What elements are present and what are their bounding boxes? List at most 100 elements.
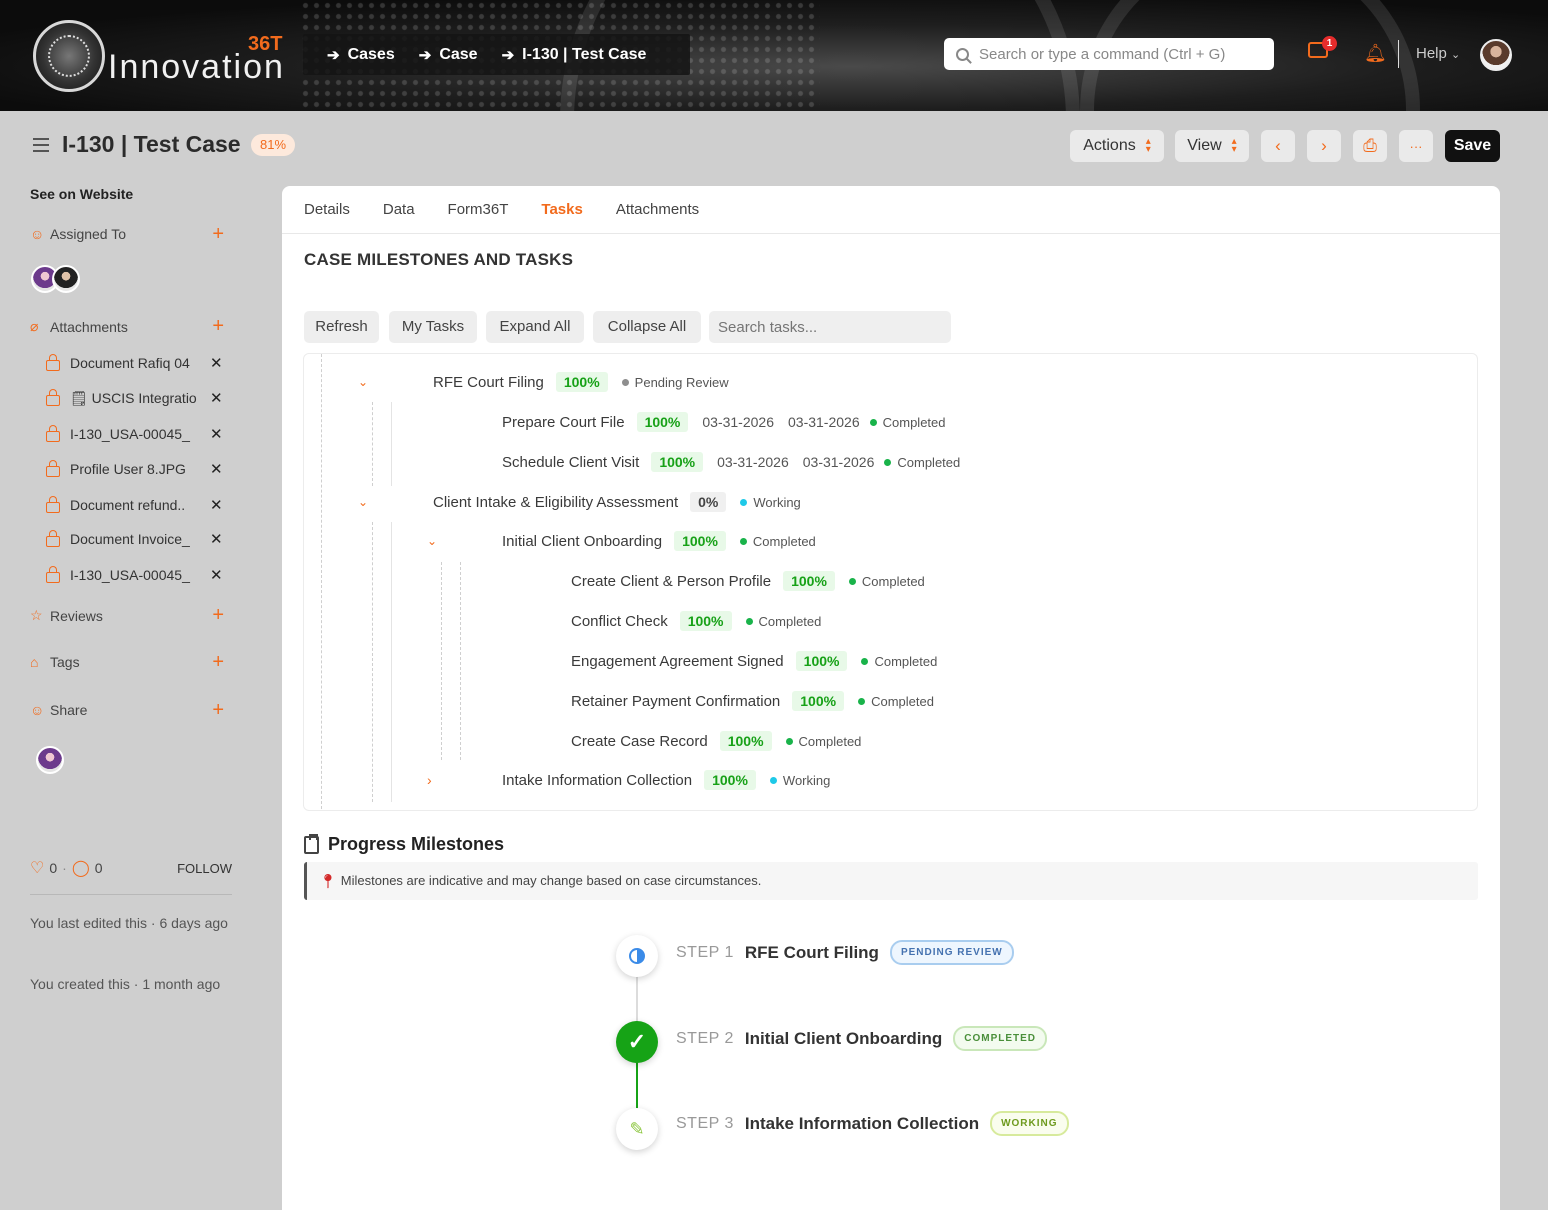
see-on-website-link[interactable]: See on Website [30, 186, 133, 202]
collapse-all-button[interactable]: Collapse All [593, 311, 701, 343]
chevron-down-icon[interactable]: ⌄ [427, 534, 437, 548]
tree-guide-line [441, 562, 442, 760]
status-dot-icon [769, 776, 777, 784]
divider [1398, 40, 1399, 68]
more-options-button[interactable]: ··· [1399, 130, 1433, 162]
task-row[interactable]: Retainer Payment Confirmation 100% Compl… [571, 690, 934, 712]
assignee-avatar[interactable] [52, 265, 80, 293]
progress-milestones-title: Progress Milestones [304, 833, 504, 855]
reviews-label: Reviews [50, 607, 103, 624]
global-search-input[interactable]: Search or type a command (Ctrl + G) [944, 38, 1274, 70]
document-icon: 🗒︎ [70, 389, 92, 406]
task-status: Completed [785, 734, 861, 749]
add-review-button[interactable]: + [212, 604, 224, 627]
task-name: RFE Court Filing [433, 373, 544, 391]
breadcrumb-case[interactable]: ➔ Case [419, 46, 478, 64]
remove-attachment-icon[interactable]: ✕ [210, 389, 223, 407]
next-record-button[interactable]: › [1307, 130, 1341, 162]
task-start-date: 03-31-2026 [717, 454, 789, 470]
print-button[interactable]: ⎙ [1353, 130, 1387, 162]
help-dropdown[interactable]: Help ⌄ [1416, 45, 1460, 62]
task-tree: ⌄ RFE Court Filing 100% Pending Review P… [303, 353, 1478, 811]
step-connector [636, 1062, 638, 1110]
attachment-item[interactable]: Profile User 8.JPG ✕ [46, 458, 226, 480]
tab-attachments[interactable]: Attachments [616, 201, 699, 218]
task-search-input[interactable] [709, 311, 951, 343]
status-dot-icon [745, 617, 753, 625]
top-bar: Innovation 36T ➔ Cases ➔ Case ➔ I-130 | Tes… [0, 0, 1548, 111]
add-attachment-button[interactable]: + [212, 315, 224, 338]
tabs-divider [282, 233, 1500, 234]
shared-user-avatar[interactable] [36, 746, 64, 774]
task-name: Client Intake & Eligibility Assessment [433, 493, 679, 511]
attachment-item[interactable]: 🗒︎ USCIS Integratio ✕ [46, 387, 226, 409]
breadcrumb: ➔ Cases ➔ Case ➔ I-130 | Test Case [303, 34, 690, 75]
refresh-button[interactable]: Refresh [304, 311, 379, 343]
tab-details[interactable]: Details [304, 201, 350, 218]
task-row[interactable]: Schedule Client Visit 100% 03-31-2026 03… [502, 451, 960, 473]
status-dot-icon [740, 498, 748, 506]
chevron-down-icon[interactable]: ⌄ [358, 495, 368, 509]
task-row[interactable]: ⌄ Client Intake & Eligibility Assessment… [354, 491, 801, 513]
attachment-item[interactable]: Document Rafiq 04 ✕ [46, 352, 226, 374]
attachment-name: 🗒︎ USCIS Integratio [70, 389, 197, 406]
actions-dropdown[interactable]: Actions ▴ ▾ [1070, 130, 1164, 162]
task-percent: 100% [783, 571, 835, 591]
menu-toggle-icon[interactable] [33, 138, 49, 152]
attachment-item[interactable]: I-130_USA-00045_ ✕ [46, 564, 226, 586]
task-row[interactable]: Engagement Agreement Signed 100% Complet… [571, 650, 937, 672]
lock-icon [46, 529, 60, 547]
attachment-item[interactable]: Document refund.. ✕ [46, 494, 226, 516]
divider [30, 894, 232, 895]
tab-tasks[interactable]: Tasks [541, 201, 582, 218]
task-row[interactable]: ⌄ RFE Court Filing 100% Pending Review [354, 371, 729, 393]
follow-button[interactable]: FOLLOW [177, 861, 232, 876]
task-row[interactable]: ⌄ Initial Client Onboarding 100% Complet… [423, 530, 816, 552]
previous-record-button[interactable]: ‹ [1261, 130, 1295, 162]
comment-icon[interactable]: ◯ [72, 858, 90, 878]
add-assignee-button[interactable]: + [212, 223, 224, 246]
engagement-stats: ♡ 0 · ◯ 0 FOLLOW [30, 858, 232, 878]
remove-attachment-icon[interactable]: ✕ [210, 425, 223, 443]
tab-data[interactable]: Data [383, 201, 415, 218]
save-button[interactable]: Save [1445, 130, 1500, 162]
user-avatar[interactable] [1480, 39, 1512, 71]
bell-icon[interactable]: 🔔︎ [1364, 43, 1387, 63]
created-note: You created this · 1 month ago [30, 976, 221, 992]
pencil-icon: ✎ [629, 1118, 645, 1139]
remove-attachment-icon[interactable]: ✕ [210, 530, 223, 548]
progress-percent-badge: 81% [251, 134, 296, 156]
expand-all-button[interactable]: Expand All [486, 311, 584, 343]
breadcrumb-cases[interactable]: ➔ Cases [327, 46, 395, 64]
remove-attachment-icon[interactable]: ✕ [210, 460, 223, 478]
task-status: Completed [739, 534, 816, 549]
task-row[interactable]: Prepare Court File 100% 03-31-2026 03-31… [502, 411, 946, 433]
attachment-item[interactable]: Document Invoice_ ✕ [46, 528, 226, 550]
view-dropdown[interactable]: View ▴ ▾ [1175, 130, 1249, 162]
chevron-down-icon[interactable]: ⌄ [358, 375, 368, 389]
add-share-button[interactable]: + [212, 699, 224, 722]
task-row[interactable]: › Intake Information Collection 100% Wor… [423, 769, 830, 791]
tab-form36t[interactable]: Form36T [448, 201, 509, 218]
notification-count-badge: 1 [1322, 36, 1337, 51]
task-row[interactable]: Conflict Check 100% Completed [571, 610, 821, 632]
main-panel: Details Data Form36T Tasks Attachments C… [282, 186, 1500, 1210]
milestones-note: 📍︎ Milestones are indicative and may cha… [304, 862, 1478, 900]
remove-attachment-icon[interactable]: ✕ [210, 566, 223, 584]
chevron-right-icon[interactable]: › [427, 772, 432, 788]
tree-guide-line [372, 522, 373, 802]
logo-seal-icon[interactable] [33, 20, 105, 92]
task-percent: 100% [792, 691, 845, 711]
task-row[interactable]: Create Client & Person Profile 100% Comp… [571, 570, 925, 592]
remove-attachment-icon[interactable]: ✕ [210, 354, 223, 372]
my-tasks-button[interactable]: My Tasks [389, 311, 477, 343]
add-tag-button[interactable]: + [212, 651, 224, 674]
task-row[interactable]: Create Case Record 100% Completed [571, 730, 861, 752]
remove-attachment-icon[interactable]: ✕ [210, 496, 223, 514]
breadcrumb-current[interactable]: ➔ I-130 | Test Case [502, 46, 647, 64]
attachment-item[interactable]: I-130_USA-00045_ ✕ [46, 423, 226, 445]
task-percent: 100% [674, 531, 726, 551]
pushpin-icon: 📍︎ [319, 873, 337, 889]
heart-icon[interactable]: ♡ [30, 858, 44, 878]
attachment-name: Profile User 8.JPG [70, 461, 186, 477]
